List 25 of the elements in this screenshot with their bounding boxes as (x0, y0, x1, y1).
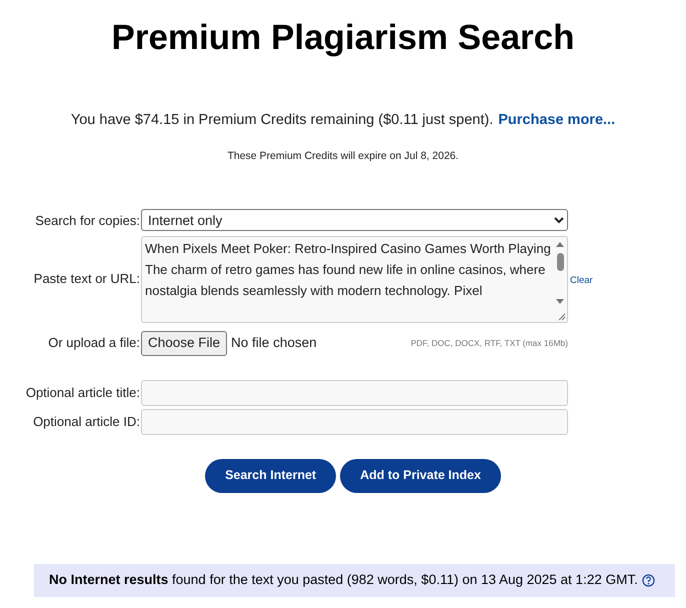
scroll-up-icon[interactable] (556, 240, 564, 246)
field-label: Search for copies: (35, 212, 140, 230)
field-label: Or upload a file: (48, 334, 140, 352)
action-button[interactable]: Search Internet (205, 458, 336, 492)
expiry-note: These Premium Credits will expire on Jul 8, 2026. (227, 148, 459, 164)
action-button[interactable]: Add to Private Index (340, 458, 501, 492)
text-input-area[interactable]: When Pixels Meet Poker: Retro-Inspired Casino Games Worth Playing The charm of retro games has found new life in online casinos, where nostalgia blends seamlessly with modern technology. Pixel (141, 236, 568, 322)
resize-grip-icon[interactable] (557, 312, 566, 320)
field-label: Paste text or URL: (34, 270, 140, 288)
scroll-down-icon[interactable] (556, 298, 564, 304)
text-field[interactable] (141, 380, 568, 406)
choose-file-button[interactable]: Choose File (141, 330, 228, 356)
search-scope-select[interactable]: Internet only (141, 209, 568, 231)
credits-message: You have $74.15 in Premium Credits remaining ($0.11 just spent). (70, 111, 494, 130)
field-label: Optional article ID: (33, 412, 140, 431)
file-type-hint: PDF, DOC, DOCX, RTF, TXT (max 16Mb) (410, 336, 568, 350)
file-status: No file chosen (231, 334, 317, 352)
page-title: Premium Plagiarism Search (112, 17, 574, 59)
field-label: Optional article title: (26, 384, 140, 402)
scrollbar[interactable] (555, 240, 565, 304)
clear-link[interactable]: Clear (570, 275, 593, 286)
help-icon[interactable] (642, 574, 655, 587)
text-field[interactable] (141, 408, 568, 434)
result-message: No Internet results found for the text you pasted (982 words, $0.11) on 13 Aug 2025 at 1:22 GMT. (49, 571, 638, 590)
purchase-link[interactable]: Purchase more... (498, 110, 616, 132)
